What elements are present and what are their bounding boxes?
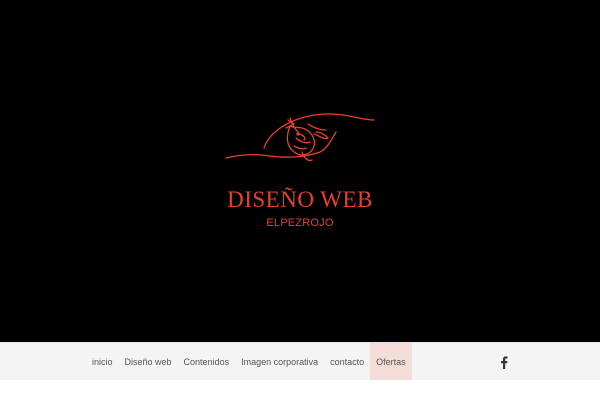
nav-item-contenidos[interactable]: Contenidos [178, 343, 236, 381]
nav-item-diseno-web[interactable]: Diseño web [119, 343, 178, 381]
red-fish-logo-icon [225, 113, 375, 162]
brand-subtitle: ELPEZROJO [266, 217, 334, 229]
brand-title: DISEÑO WEB [227, 187, 373, 212]
site-logo[interactable]: DISEÑO WEB ELPEZROJO [200, 108, 400, 233]
nav-item-ofertas[interactable]: Ofertas [370, 343, 412, 381]
page-bottom-strip [0, 380, 600, 400]
nav-item-imagen-corporativa[interactable]: Imagen corporativa [235, 343, 324, 381]
nav-menu: inicio Diseño web Contenidos Imagen corp… [86, 343, 412, 381]
facebook-link[interactable] [497, 343, 511, 381]
page: DISEÑO WEB ELPEZROJO inicio Diseño web C… [0, 0, 600, 400]
hero-banner: DISEÑO WEB ELPEZROJO [0, 0, 600, 342]
nav-item-inicio[interactable]: inicio [86, 343, 119, 381]
main-navbar: inicio Diseño web Contenidos Imagen corp… [0, 342, 600, 381]
nav-item-contacto[interactable]: contacto [324, 343, 370, 381]
facebook-icon [501, 355, 508, 369]
